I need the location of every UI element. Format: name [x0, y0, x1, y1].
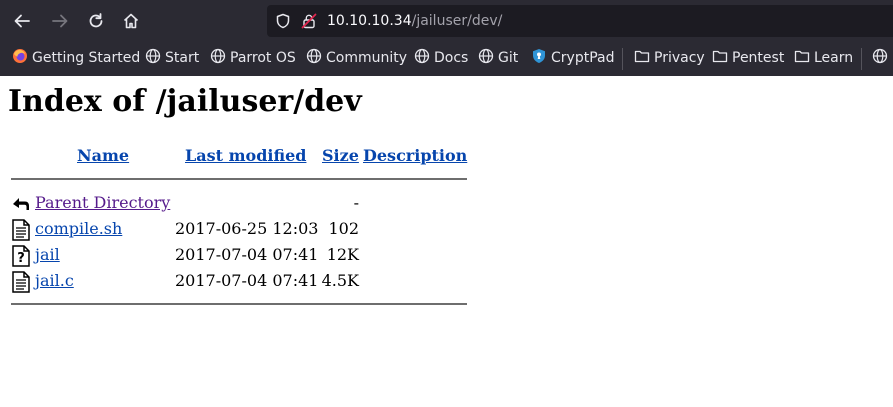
forward-button[interactable] — [46, 7, 74, 35]
text-file-icon[interactable] — [11, 271, 31, 297]
forward-arrow-icon — [51, 12, 69, 30]
column-header-description[interactable]: Description — [363, 146, 467, 166]
globe-icon — [306, 48, 326, 68]
column-header-size[interactable]: Size — [322, 146, 359, 166]
footer-divider — [11, 303, 467, 305]
text-file-icon[interactable] — [11, 219, 31, 245]
file-link[interactable]: Parent Directory — [35, 193, 170, 213]
bookmark-label: Docs — [434, 50, 469, 66]
address-bar[interactable]: 10.10.10.34/jailuser/dev/ — [267, 5, 893, 37]
file-link[interactable]: jail.c — [35, 271, 74, 291]
folder-icon — [712, 48, 732, 68]
bookmark-separator — [861, 48, 862, 70]
url-path: /jailuser/dev/ — [411, 13, 503, 29]
bookmark-git[interactable]: Git — [478, 48, 518, 68]
table-row: compile.sh 2017-06-25 12:03 102 — [0, 217, 893, 241]
globe-icon — [145, 48, 165, 68]
bookmark-parrot-os[interactable]: Parrot OS — [210, 48, 296, 68]
file-modified: 2017-06-25 12:03 — [175, 219, 319, 238]
folder-icon — [794, 48, 814, 68]
back-arrow-icon — [13, 12, 31, 30]
file-size: - — [353, 193, 359, 212]
bookmark-folder-pentest[interactable]: Pentest — [712, 48, 784, 68]
table-row: Parent Directory - — [0, 191, 893, 215]
column-header-name[interactable]: Name — [77, 146, 129, 166]
firefox-icon — [12, 48, 32, 68]
tracking-protection-shield-icon[interactable] — [275, 13, 291, 33]
file-link[interactable]: jail — [35, 245, 60, 265]
file-link[interactable]: compile.sh — [35, 219, 122, 239]
directory-listing-page: Index of /jailuser/dev Name Last modifie… — [0, 76, 893, 407]
column-header-last-modified[interactable]: Last modified — [185, 146, 306, 166]
table-row: jail.c 2017-07-04 07:41 4.5K — [0, 269, 893, 293]
url-host: 10.10.10.34 — [327, 13, 412, 29]
globe-icon — [872, 48, 892, 68]
cryptpad-icon — [531, 48, 551, 68]
bookmark-separator — [622, 48, 623, 70]
navigation-toolbar: 10.10.10.34/jailuser/dev/ — [0, 0, 893, 42]
bookmark-label: Community — [326, 50, 408, 66]
header-divider — [11, 178, 467, 180]
browser-chrome: 10.10.10.34/jailuser/dev/ Getting Starte… — [0, 0, 893, 76]
bookmark-label: Getting Started — [32, 50, 141, 66]
bookmark-overflow[interactable] — [872, 48, 892, 68]
insecure-lock-icon[interactable] — [301, 13, 317, 33]
globe-icon — [210, 48, 230, 68]
bookmark-docs[interactable]: Docs — [414, 48, 468, 68]
bookmark-label: Pentest — [732, 50, 785, 66]
reload-icon — [87, 12, 105, 30]
bookmark-label: Git — [498, 50, 519, 66]
bookmarks-toolbar: Getting Started Start Parrot OS Communit… — [0, 42, 893, 76]
bookmark-folder-learn[interactable]: Learn — [794, 48, 853, 68]
bookmark-community[interactable]: Community — [306, 48, 407, 68]
unknown-file-icon[interactable]: ? — [11, 245, 31, 271]
bookmark-label: Learn — [814, 50, 854, 66]
bookmark-label: Start — [165, 50, 200, 66]
table-row: ? jail 2017-07-04 07:41 12K — [0, 243, 893, 267]
bookmark-cryptpad[interactable]: CryptPad — [531, 48, 614, 68]
home-button[interactable] — [117, 7, 145, 35]
file-modified: 2017-07-04 07:41 — [175, 271, 319, 290]
url-text[interactable]: 10.10.10.34/jailuser/dev/ — [327, 12, 502, 30]
svg-text:?: ? — [17, 251, 25, 266]
bookmark-label: Parrot OS — [230, 50, 296, 66]
bookmark-start[interactable]: Start — [145, 48, 199, 68]
reload-button[interactable] — [82, 7, 110, 35]
globe-icon — [414, 48, 434, 68]
bookmark-folder-privacy[interactable]: Privacy — [634, 48, 705, 68]
back-icon[interactable] — [11, 193, 31, 217]
bookmark-getting-started[interactable]: Getting Started — [12, 48, 140, 68]
bookmark-label: Privacy — [654, 50, 705, 66]
page-title: Index of /jailuser/dev — [8, 84, 362, 119]
home-icon — [122, 12, 140, 30]
folder-icon — [634, 48, 654, 68]
file-size: 4.5K — [321, 271, 359, 290]
bookmark-label: CryptPad — [551, 50, 615, 66]
file-modified: 2017-07-04 07:41 — [175, 245, 319, 264]
back-button[interactable] — [8, 7, 36, 35]
file-size: 102 — [328, 219, 359, 238]
file-size: 12K — [326, 245, 359, 264]
globe-icon — [478, 48, 498, 68]
